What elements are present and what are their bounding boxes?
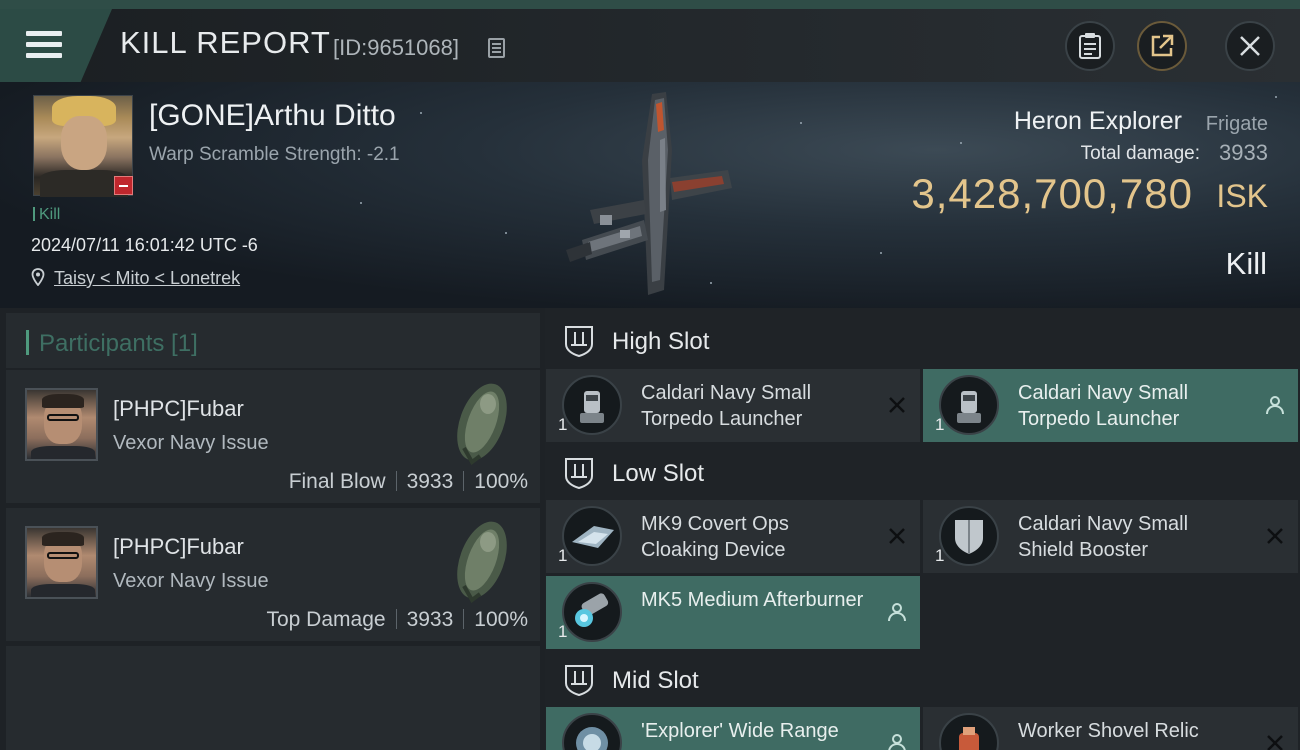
participants-panel: Participants [1] [PHPC]Fubar Vexor Navy … bbox=[0, 308, 545, 750]
participant-percent: 100% bbox=[474, 470, 528, 493]
dropped-person-icon bbox=[1266, 396, 1284, 415]
warp-scramble-strength: Warp Scramble Strength: -2.1 bbox=[149, 144, 400, 165]
low-slot-title: Low Slot bbox=[612, 460, 705, 487]
high-slot-header: High Slot bbox=[545, 311, 1300, 371]
item-name: 'Explorer' Wide Range bbox=[641, 720, 839, 742]
participant-avatar[interactable] bbox=[25, 526, 98, 599]
item-quantity: 1 bbox=[935, 546, 945, 565]
victim-ship-class: Frigate bbox=[1205, 113, 1268, 135]
torpedo-launcher-icon bbox=[562, 375, 622, 435]
page-title: KILL REPORT bbox=[120, 25, 331, 60]
participant-name[interactable]: [PHPC]Fubar bbox=[113, 534, 244, 560]
item-name: Caldari Navy Small Torpedo Launcher bbox=[641, 382, 812, 430]
close-button[interactable] bbox=[1225, 21, 1275, 71]
hamburger-icon bbox=[26, 31, 62, 59]
shield-booster-icon bbox=[939, 506, 999, 566]
participant-damage: 3933 bbox=[406, 608, 454, 631]
high-slot-title: High Slot bbox=[612, 328, 710, 355]
fitted-item[interactable]: 1 'Explorer' Wide Range bbox=[546, 707, 920, 750]
kill-report-window: KILL REPORT [ID:9651068] [GONE]Arthu Dit… bbox=[0, 0, 1300, 750]
remove-badge-icon bbox=[114, 176, 133, 195]
participants-empty-area bbox=[6, 646, 540, 750]
destroyed-x-icon bbox=[1267, 735, 1283, 750]
kill-datetime: 2024/07/11 16:01:42 UTC -6 bbox=[31, 235, 258, 255]
dropped-person-icon bbox=[888, 603, 906, 622]
fitted-item[interactable]: 1 MK9 Covert Ops Cloaking Device bbox=[546, 500, 920, 573]
share-button[interactable] bbox=[1137, 21, 1187, 71]
participant-percent: 100% bbox=[474, 608, 528, 631]
high-slot-icon bbox=[565, 326, 593, 358]
fitted-item[interactable]: 1 Caldari Navy Small Shield Booster bbox=[923, 500, 1298, 573]
fitted-item[interactable]: 1 Caldari Navy Small Torpedo Launcher bbox=[546, 369, 920, 442]
participant-role: Top Damage bbox=[266, 608, 386, 631]
victim-banner: [GONE]Arthu Ditto Warp Scramble Strength… bbox=[0, 82, 1300, 308]
shield-extender-icon bbox=[562, 713, 622, 750]
participant-ship: Vexor Navy Issue bbox=[113, 570, 269, 592]
item-quantity: 1 bbox=[935, 415, 945, 434]
fitted-item[interactable]: 1 MK5 Medium Afterburner bbox=[546, 576, 920, 649]
item-quantity: 1 bbox=[558, 622, 568, 641]
participant-card[interactable]: [PHPC]Fubar Vexor Navy Issue Top Damage 3… bbox=[6, 508, 540, 641]
participant-stats: Final Blow 3933 100% bbox=[289, 470, 528, 494]
location-pin-icon bbox=[31, 268, 45, 286]
isk-value: 3,428,700,780 bbox=[911, 170, 1193, 217]
dropped-person-icon bbox=[888, 734, 906, 750]
participant-name[interactable]: [PHPC]Fubar bbox=[113, 396, 244, 422]
menu-button[interactable] bbox=[0, 9, 112, 82]
total-damage-value: 3933 bbox=[1219, 140, 1268, 165]
close-icon bbox=[1240, 36, 1260, 56]
kill-location-link[interactable]: Taisy < Mito < Lonetrek bbox=[54, 268, 240, 289]
low-slot-header: Low Slot bbox=[545, 443, 1300, 503]
mid-slot-title: Mid Slot bbox=[612, 667, 699, 694]
victim-name[interactable]: [GONE]Arthu Ditto bbox=[149, 99, 396, 133]
copy-id-icon[interactable] bbox=[488, 38, 505, 58]
ship-render-image bbox=[566, 92, 732, 295]
top-accent-bar bbox=[0, 0, 1300, 9]
clipboard-button[interactable] bbox=[1065, 21, 1115, 71]
item-quantity: 1 bbox=[558, 546, 568, 565]
participant-card[interactable]: [PHPC]Fubar Vexor Navy Issue Final Blow 3… bbox=[6, 370, 540, 503]
kill-tag: Kill bbox=[33, 206, 60, 224]
fitted-item[interactable]: 1 Caldari Navy Small Torpedo Launcher bbox=[923, 369, 1298, 442]
afterburner-icon bbox=[562, 582, 622, 642]
low-slot-icon bbox=[565, 458, 593, 490]
kill-result: Kill bbox=[1225, 246, 1267, 281]
fitted-item[interactable]: 1 Worker Shovel Relic bbox=[923, 707, 1298, 750]
kill-id: [ID:9651068] bbox=[333, 35, 459, 60]
participant-ship-icon[interactable] bbox=[442, 516, 518, 606]
header-bar: KILL REPORT [ID:9651068] bbox=[0, 9, 1300, 82]
participant-avatar[interactable] bbox=[25, 388, 98, 461]
item-quantity: 1 bbox=[558, 415, 568, 434]
isk-unit: ISK bbox=[1216, 178, 1268, 214]
destroyed-x-icon bbox=[1267, 528, 1283, 544]
item-name: MK5 Medium Afterburner bbox=[641, 589, 864, 611]
item-name: MK9 Covert Ops Cloaking Device bbox=[641, 513, 789, 561]
share-icon bbox=[1151, 34, 1174, 57]
participants-title: Participants [1] bbox=[26, 330, 198, 358]
participant-ship-icon[interactable] bbox=[442, 378, 518, 468]
fitting-slots-panel: High Slot 1 Caldari Navy Small Torpedo L… bbox=[545, 308, 1300, 750]
participant-damage: 3933 bbox=[406, 470, 454, 493]
total-damage-label: Total damage: bbox=[1080, 143, 1200, 164]
clipboard-icon bbox=[1079, 33, 1101, 59]
torpedo-launcher-icon bbox=[939, 375, 999, 435]
cloaking-device-icon bbox=[562, 506, 622, 566]
destroyed-x-icon bbox=[889, 397, 905, 413]
mid-slot-header: Mid Slot bbox=[545, 650, 1300, 710]
victim-ship-name[interactable]: Heron Explorer bbox=[1014, 107, 1182, 136]
participant-ship: Vexor Navy Issue bbox=[113, 432, 269, 454]
item-name: Caldari Navy Small Torpedo Launcher bbox=[1018, 382, 1189, 430]
participant-role: Final Blow bbox=[288, 470, 386, 493]
participant-stats: Top Damage 3933 100% bbox=[266, 608, 528, 632]
participants-header: Participants [1] bbox=[6, 313, 540, 368]
item-name: Caldari Navy Small Shield Booster bbox=[1018, 513, 1189, 561]
item-name: Worker Shovel Relic bbox=[1018, 720, 1199, 742]
destroyed-x-icon bbox=[889, 528, 905, 544]
relic-analyzer-icon bbox=[939, 713, 999, 750]
mid-slot-icon bbox=[565, 665, 593, 697]
